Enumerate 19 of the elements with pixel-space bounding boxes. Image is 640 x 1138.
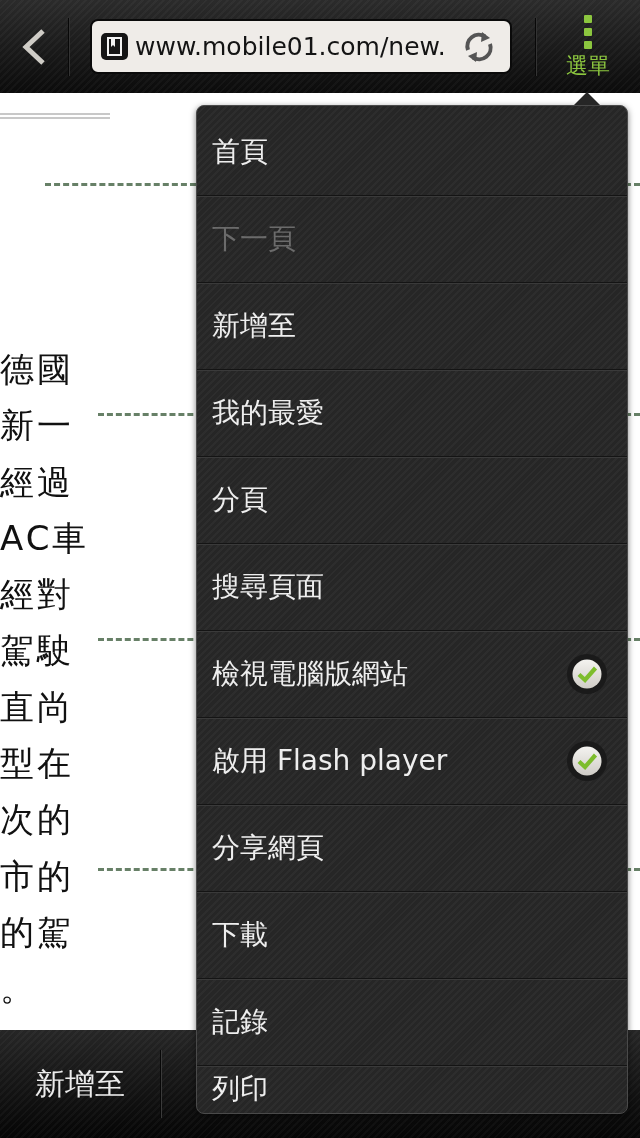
chevron-left-icon bbox=[21, 27, 47, 66]
menu-item[interactable]: 首頁 bbox=[197, 108, 627, 195]
menu-item[interactable]: 下載 bbox=[197, 891, 627, 978]
toolbar-button[interactable]: 新增至 bbox=[0, 1030, 160, 1138]
menu-item[interactable]: 記錄 bbox=[197, 978, 627, 1065]
menu-item[interactable]: 我的最愛 bbox=[197, 369, 627, 456]
menu-item[interactable]: 搜尋頁面 bbox=[197, 543, 627, 630]
menu-item[interactable]: 分享網頁 bbox=[197, 804, 627, 891]
menu-item[interactable]: 新增至 bbox=[197, 282, 627, 369]
article-paragraph: 德國 新一 經過 AC車 經對 駕駛 直尚 型在 次的 市的 的駕 。 bbox=[0, 348, 90, 1011]
menu-icon bbox=[584, 14, 592, 49]
menu-item[interactable]: 列印 bbox=[197, 1065, 627, 1113]
menu-button[interactable]: 選單 bbox=[536, 0, 640, 93]
address-field[interactable]: www.mobile01.com/new. bbox=[90, 19, 512, 74]
menu-item[interactable]: 檢視電腦版網站 bbox=[197, 630, 627, 717]
bookmark-icon bbox=[101, 33, 128, 60]
menu-item[interactable]: 分頁 bbox=[197, 456, 627, 543]
menu-item[interactable]: 啟用 Flash player bbox=[197, 717, 627, 804]
refresh-icon[interactable] bbox=[462, 29, 496, 64]
